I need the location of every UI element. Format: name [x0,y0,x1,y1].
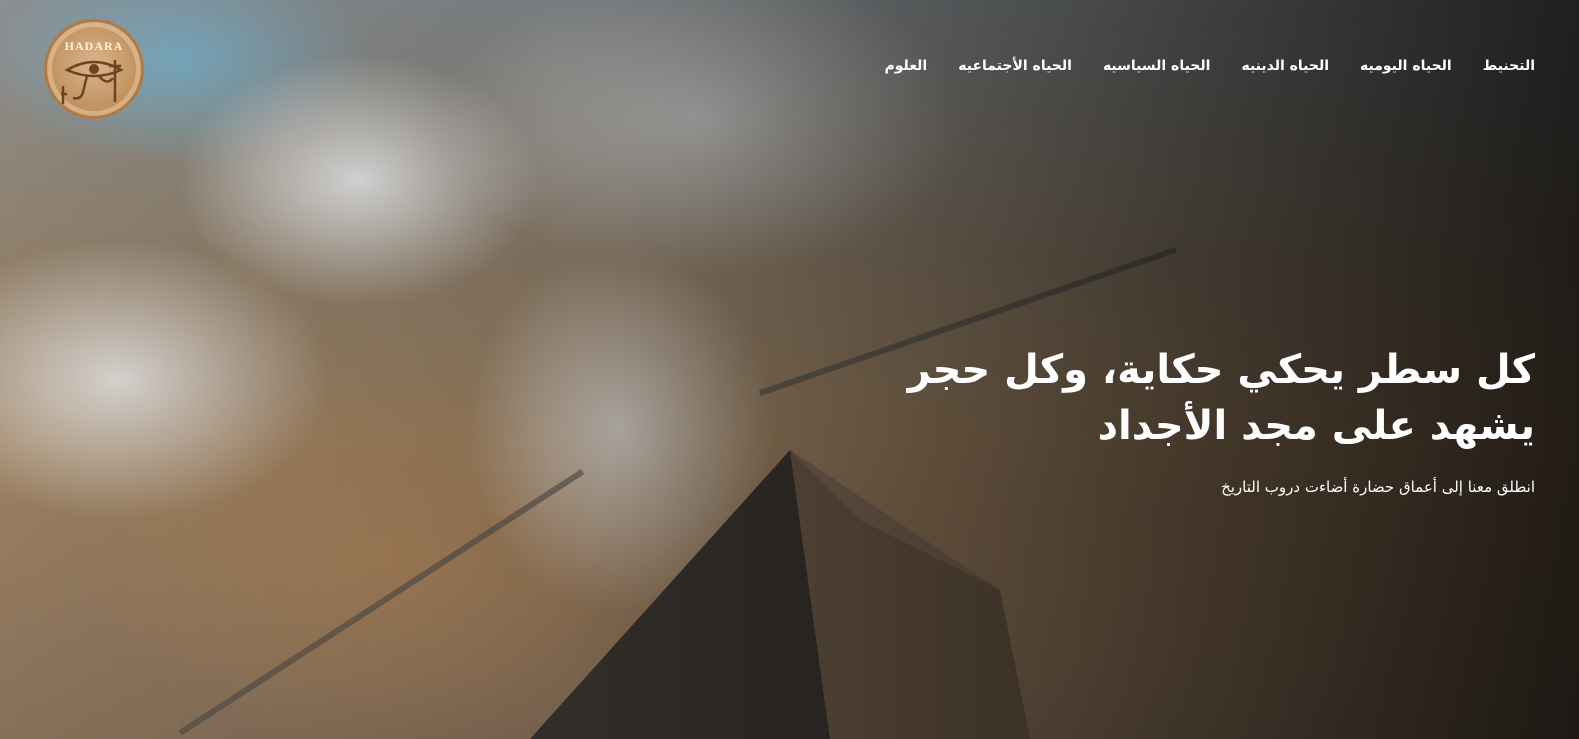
nav-item-religious-life[interactable]: الحياه الدينيه [1241,58,1329,74]
eye-of-horus-icon [61,60,124,104]
hero-subtitle: انطلق معنا إلى أعماق حضارة أضاءت دروب ال… [1221,478,1535,496]
nav-item-sciences[interactable]: العلوم [885,58,928,74]
headline-line-1: كل سطر يحكي حكاية، وكل حجر [907,347,1535,393]
site-logo[interactable]: HADARA [44,19,144,119]
nav-item-political-life[interactable]: الحياه السياسيه [1103,58,1211,74]
nav-item-daily-life[interactable]: الحياه اليوميه [1360,58,1452,74]
main-nav: العلوم الحياه الأجتماعيه الحياه السياسيه… [885,58,1535,74]
nav-item-mummification[interactable]: التحنيط [1483,58,1535,74]
nav-item-social-life[interactable]: الحياه الأجتماعيه [958,58,1072,74]
hero-headline: كل سطر يحكي حكاية، وكل حجر يشهد على مجد … [855,342,1535,454]
hero-section: HADARA العلوم الحياه الأجتماعيه الحياه ا… [0,0,1579,739]
logo-text: HADARA [64,39,124,53]
headline-line-2: يشهد على مجد الأجداد [1097,403,1536,449]
